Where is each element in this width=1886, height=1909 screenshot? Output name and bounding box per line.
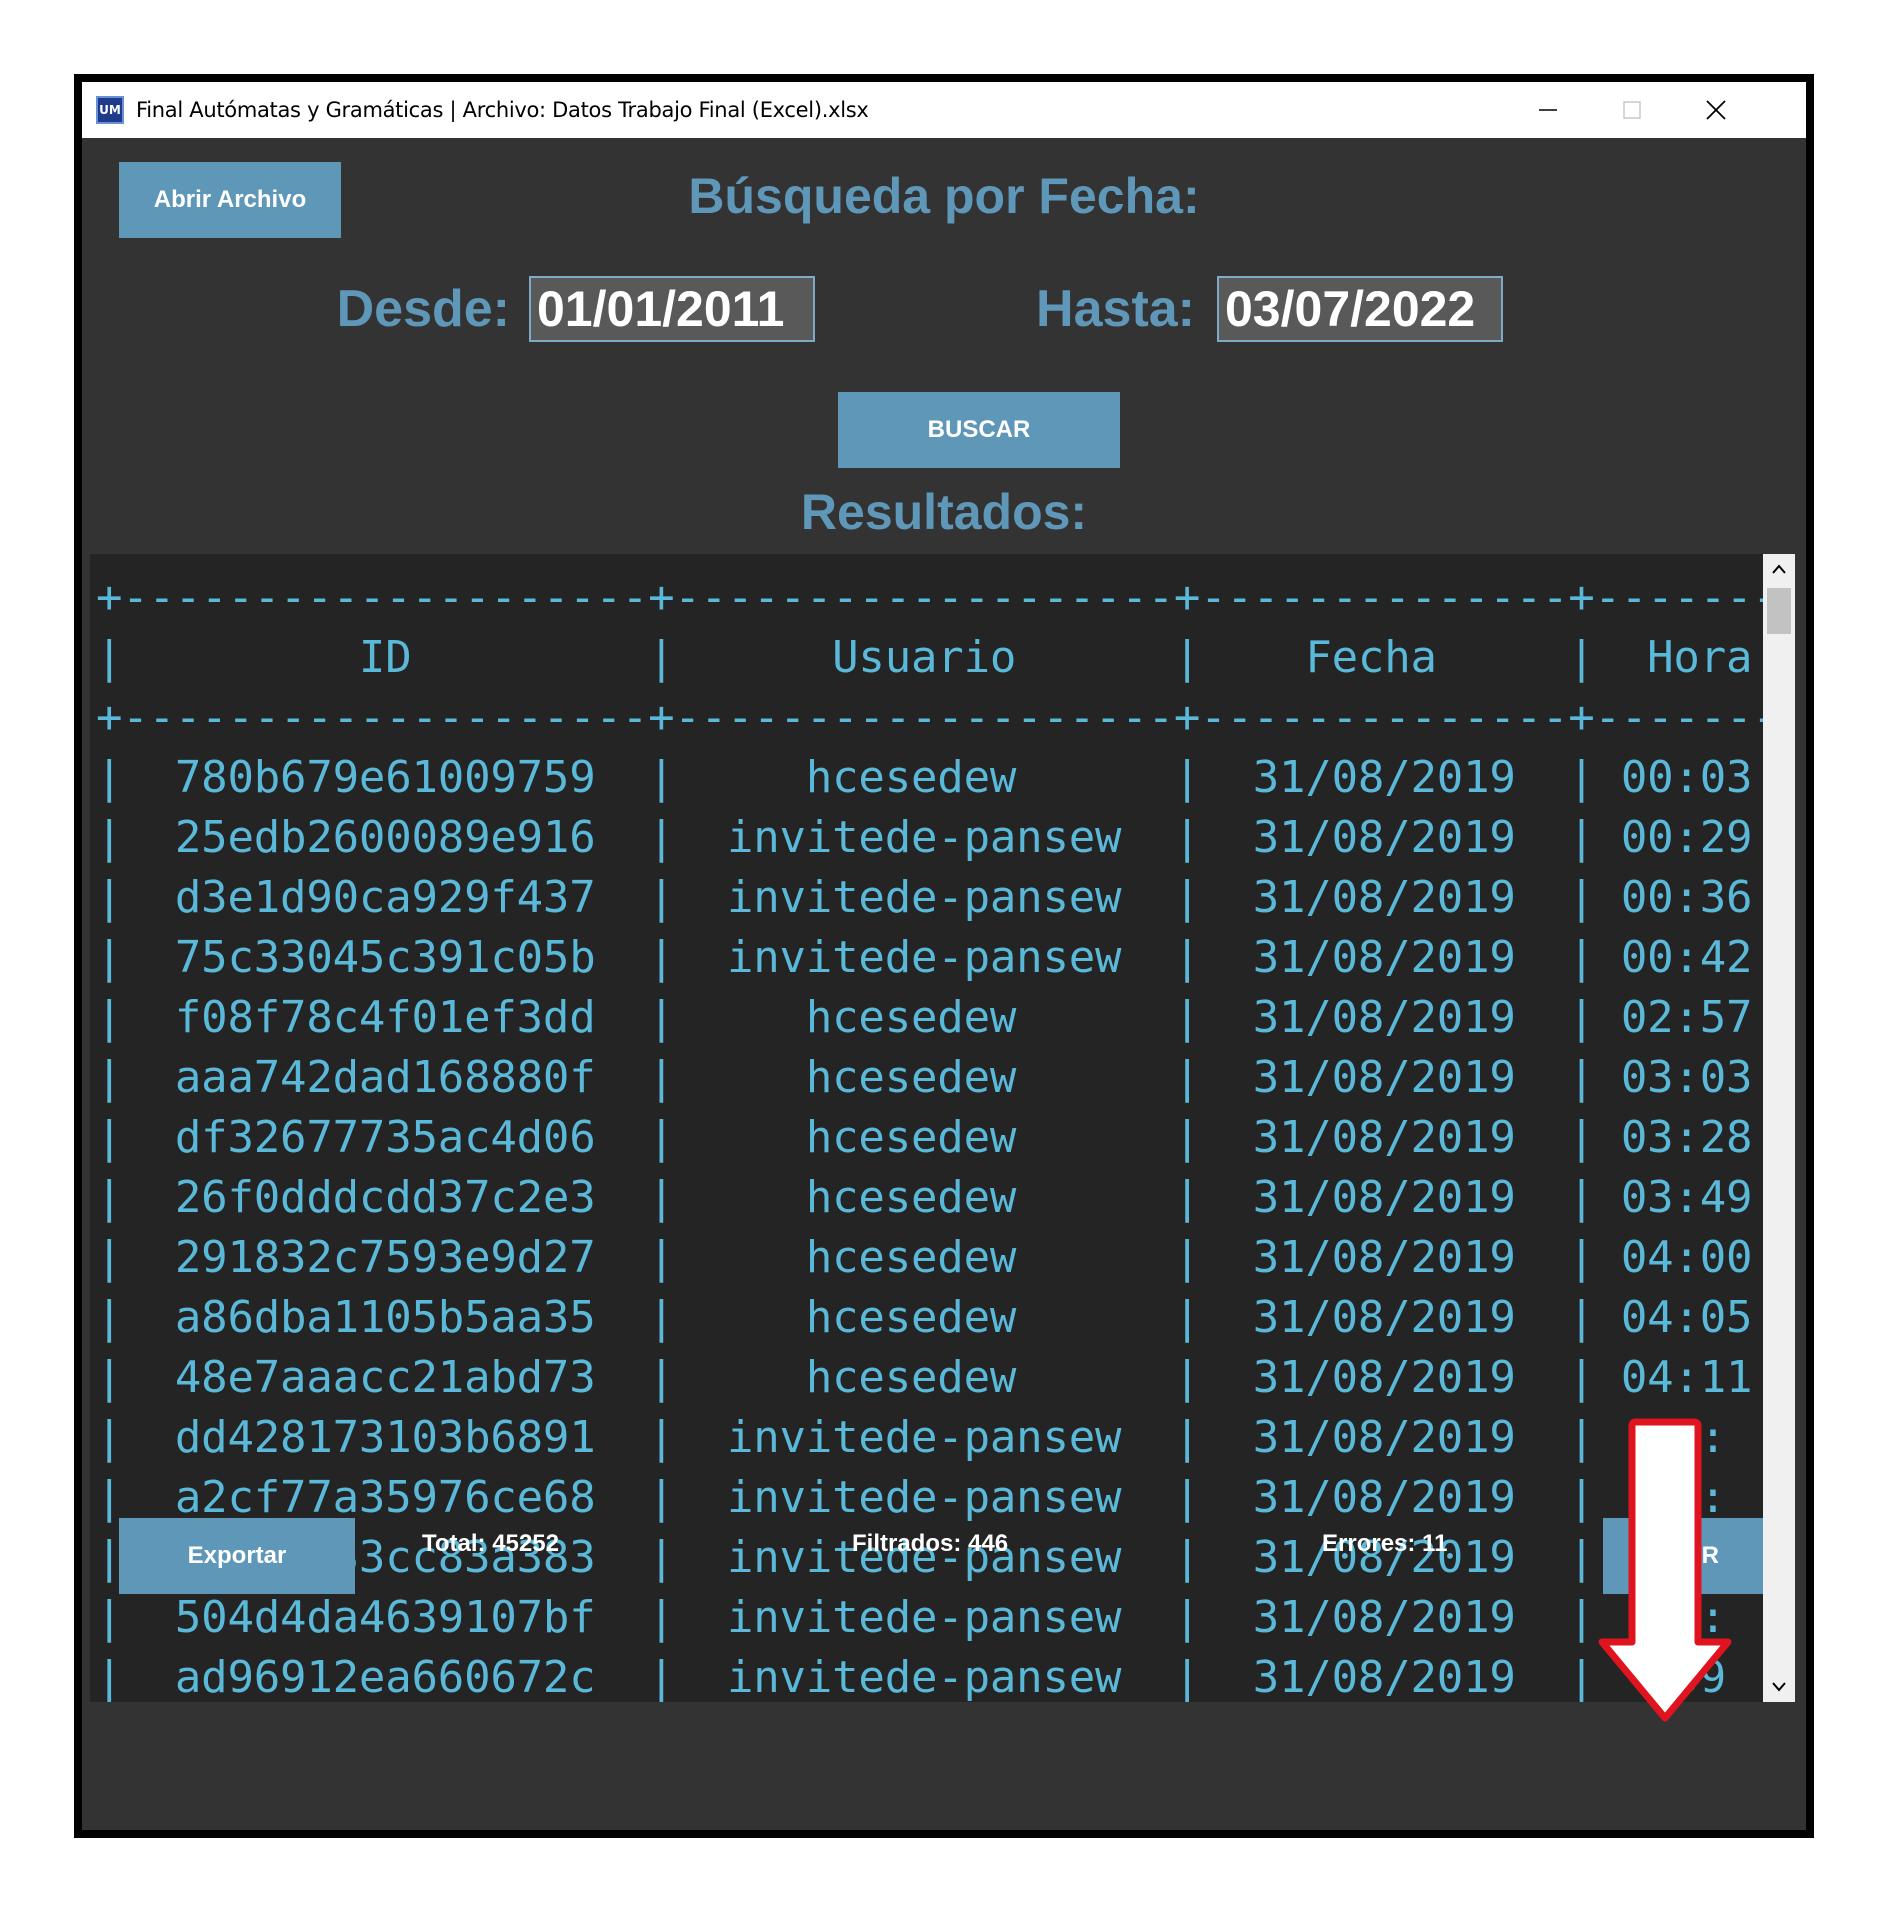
scroll-down-button[interactable] [1763,1672,1795,1702]
from-date-input[interactable]: 01/01/2011 [529,276,815,342]
filtered-count: Filtrados: 446 [852,1530,1009,1557]
errors-count: Errores: 11 [1322,1530,1448,1557]
title-bar[interactable]: UM Final Autómatas y Gramáticas | Archiv… [82,82,1806,138]
results-scrollbar[interactable] [1763,554,1795,1702]
total-count: Total: 45252 [422,1530,559,1557]
down-arrow-annotation-icon [1598,1418,1732,1722]
chevron-down-icon [1772,1682,1786,1692]
export-button[interactable]: Exportar [119,1518,355,1594]
close-button[interactable] [1674,82,1758,138]
maximize-icon [1623,101,1641,119]
app-logo-icon: UM [96,96,124,124]
window-title: Final Autómatas y Gramáticas | Archivo: … [136,98,869,122]
chevron-up-icon [1772,564,1786,574]
minimize-button[interactable] [1506,82,1590,138]
maximize-button[interactable] [1590,82,1674,138]
main-panel: Abrir Archivo Búsqueda por Fecha: Desde:… [82,138,1806,1830]
from-label: Desde: [336,280,510,338]
close-icon [1706,100,1726,120]
scroll-up-button[interactable] [1763,554,1795,584]
minimize-icon [1539,109,1557,111]
search-title: Búsqueda por Fecha: [688,168,1200,224]
to-date-input[interactable]: 03/07/2022 [1217,276,1503,342]
to-label: Hasta: [1036,280,1195,338]
search-button[interactable]: BUSCAR [838,392,1120,468]
results-title: Resultados: [800,484,1088,540]
app-window: UM Final Autómatas y Gramáticas | Archiv… [74,74,1814,1838]
scroll-thumb[interactable] [1767,588,1791,634]
